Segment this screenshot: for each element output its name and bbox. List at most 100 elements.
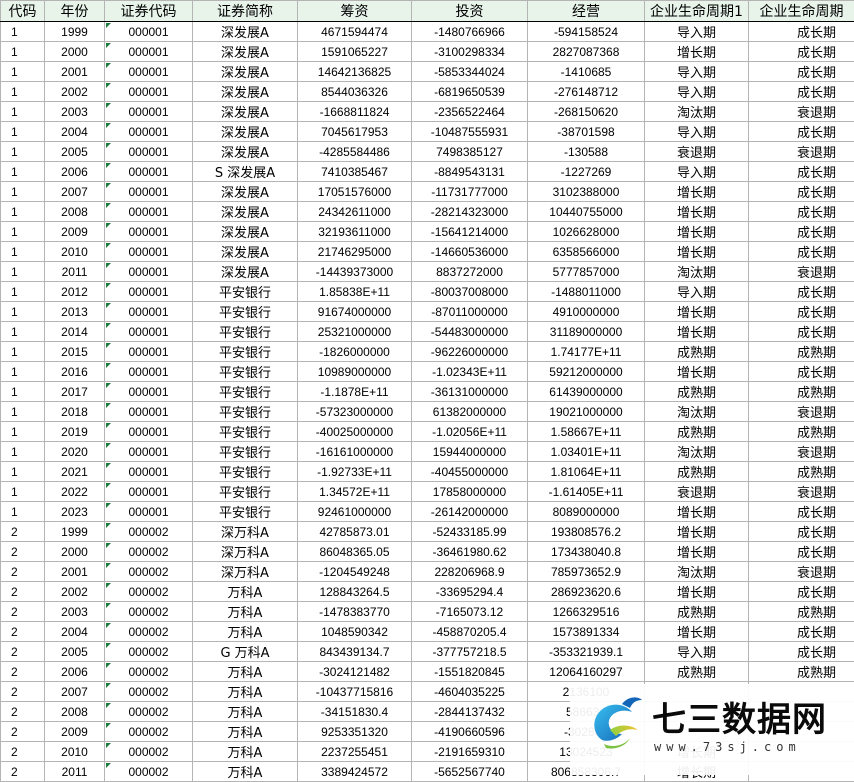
cell-id[interactable]: 1 [1,282,45,302]
cell-financing[interactable]: -57323000000 [298,402,412,422]
cell-financing[interactable]: -16161000000 [298,442,412,462]
cell-lifecycle[interactable]: 成长期 [749,222,854,242]
cell-year[interactable]: 2017 [45,382,105,402]
cell-operating[interactable]: 286923620.6 [528,582,645,602]
cell-lifecycle-1[interactable]: 导入期 [645,282,749,302]
cell-stock-name[interactable]: 平安银行 [193,362,298,382]
cell-stock-code[interactable]: 000001 [105,222,193,242]
cell-id[interactable]: 1 [1,302,45,322]
cell-stock-code[interactable]: 000001 [105,122,193,142]
cell-lifecycle[interactable]: 衰退期 [749,262,854,282]
cell-operating[interactable]: 1.81064E+11 [528,462,645,482]
cell-stock-name[interactable]: 深发展A [193,122,298,142]
cell-operating[interactable]: 4910000000 [528,302,645,322]
cell-year[interactable]: 2010 [45,742,105,762]
cell-stock-name[interactable]: 万科A [193,762,298,782]
cell-id[interactable]: 1 [1,42,45,62]
cell-lifecycle-1[interactable]: 增长期 [645,362,749,382]
cell-investing[interactable]: -4190660596 [412,722,528,742]
cell-investing[interactable]: -1551820845 [412,662,528,682]
cell-lifecycle-1[interactable]: 增长期 [645,502,749,522]
cell-financing[interactable]: -1.1878E+11 [298,382,412,402]
cell-stock-name[interactable]: 平安银行 [193,462,298,482]
cell-operating[interactable]: -594158524 [528,22,645,42]
cell-year[interactable]: 2004 [45,122,105,142]
cell-investing[interactable]: -28214323000 [412,202,528,222]
cell-financing[interactable]: 843439134.7 [298,642,412,662]
cell-id[interactable]: 1 [1,362,45,382]
cell-lifecycle-1[interactable]: 淘汰期 [645,262,749,282]
cell-lifecycle[interactable]: 成长期 [749,582,854,602]
cell-year[interactable]: 1999 [45,522,105,542]
cell-id[interactable]: 1 [1,22,45,42]
cell-financing[interactable]: -10437715816 [298,682,412,702]
cell-operating[interactable]: 1.03401E+11 [528,442,645,462]
cell-id[interactable]: 2 [1,722,45,742]
cell-operating[interactable]: 1.74177E+11 [528,342,645,362]
cell-investing[interactable]: -26142000000 [412,502,528,522]
cell-stock-code[interactable]: 000002 [105,522,193,542]
cell-financing[interactable]: 2237255451 [298,742,412,762]
cell-stock-code[interactable]: 000001 [105,482,193,502]
cell-investing[interactable]: -7165073.12 [412,602,528,622]
cell-lifecycle-1[interactable]: 淘汰期 [645,442,749,462]
cell-id[interactable]: 2 [1,542,45,562]
cell-stock-name[interactable]: 深万科A [193,562,298,582]
cell-stock-code[interactable]: 000001 [105,302,193,322]
cell-lifecycle-1[interactable]: 成熟期 [645,462,749,482]
cell-stock-name[interactable]: 平安银行 [193,482,298,502]
cell-id[interactable]: 1 [1,102,45,122]
cell-financing[interactable]: -14439373000 [298,262,412,282]
cell-stock-code[interactable]: 000001 [105,502,193,522]
cell-lifecycle-1[interactable]: 增长期 [645,322,749,342]
cell-lifecycle-1[interactable]: 淘汰期 [645,562,749,582]
cell-year[interactable]: 2001 [45,62,105,82]
cell-investing[interactable]: -2356522464 [412,102,528,122]
cell-lifecycle[interactable]: 成长期 [749,82,854,102]
cell-id[interactable]: 2 [1,642,45,662]
cell-lifecycle-1[interactable]: 增长期 [645,202,749,222]
cell-year[interactable]: 2003 [45,602,105,622]
cell-id[interactable]: 1 [1,122,45,142]
cell-stock-name[interactable]: 深发展A [193,42,298,62]
cell-lifecycle[interactable]: 衰退期 [749,482,854,502]
cell-stock-name[interactable]: 平安银行 [193,382,298,402]
cell-stock-code[interactable]: 000002 [105,762,193,782]
cell-lifecycle-1[interactable]: 增长期 [645,222,749,242]
cell-stock-code[interactable]: 000001 [105,242,193,262]
cell-financing[interactable]: -4285584486 [298,142,412,162]
cell-lifecycle[interactable]: 成熟期 [749,382,854,402]
cell-id[interactable]: 1 [1,82,45,102]
cell-lifecycle-1[interactable]: 成熟期 [645,602,749,622]
cell-lifecycle-1[interactable]: 衰退期 [645,482,749,502]
cell-financing[interactable]: 14642136825 [298,62,412,82]
cell-lifecycle-1[interactable]: 淘汰期 [645,402,749,422]
cell-stock-name[interactable]: 万科A [193,582,298,602]
cell-operating[interactable]: -1227269 [528,162,645,182]
cell-investing[interactable]: -5853344024 [412,62,528,82]
cell-lifecycle-1[interactable]: 增长期 [645,42,749,62]
col-header-financing[interactable]: 筹资 [298,1,412,22]
cell-stock-name[interactable]: 万科A [193,682,298,702]
cell-stock-name[interactable]: 平安银行 [193,402,298,422]
cell-operating[interactable]: 12064160297 [528,662,645,682]
cell-operating[interactable]: 3102388000 [528,182,645,202]
cell-stock-code[interactable]: 000002 [105,722,193,742]
cell-lifecycle[interactable]: 成长期 [749,22,854,42]
cell-financing[interactable]: 128843264.5 [298,582,412,602]
cell-financing[interactable]: -1668811824 [298,102,412,122]
cell-investing[interactable]: -2191659310 [412,742,528,762]
cell-id[interactable]: 2 [1,682,45,702]
cell-year[interactable]: 2000 [45,42,105,62]
cell-financing[interactable]: -40025000000 [298,422,412,442]
cell-year[interactable]: 2007 [45,182,105,202]
cell-stock-name[interactable]: 深发展A [193,182,298,202]
cell-investing[interactable]: -14660536000 [412,242,528,262]
cell-stock-code[interactable]: 000001 [105,282,193,302]
cell-financing[interactable]: -1.92733E+11 [298,462,412,482]
cell-operating[interactable]: 193808576.2 [528,522,645,542]
cell-lifecycle-1[interactable]: 导入期 [645,162,749,182]
cell-investing[interactable]: 15944000000 [412,442,528,462]
cell-lifecycle[interactable]: 成熟期 [749,462,854,482]
cell-stock-code[interactable]: 000001 [105,102,193,122]
